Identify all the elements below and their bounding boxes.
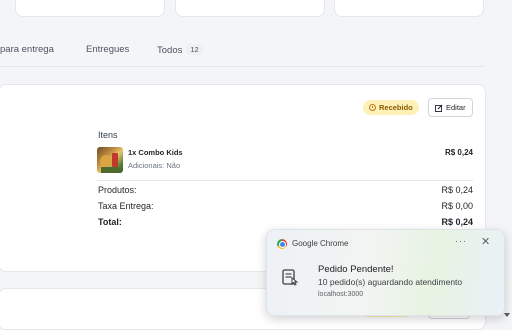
- status-label: Recebido: [379, 103, 413, 112]
- products-value: R$ 0,24: [441, 185, 473, 195]
- clock-icon: [369, 104, 376, 111]
- products-label: Produtos:: [98, 185, 137, 195]
- tab-count-badge: 12: [186, 44, 203, 55]
- summary-card: [175, 0, 325, 17]
- total-value: R$ 0,24: [441, 217, 473, 227]
- edit-icon: [435, 104, 443, 112]
- tab-todos[interactable]: Todos 12: [157, 44, 203, 56]
- notification-body: 10 pedido(s) aguardando atendimento: [318, 277, 463, 287]
- notification-app-name: Google Chrome: [292, 239, 349, 248]
- tab-label: para entrega: [0, 44, 54, 55]
- total-label: Total:: [98, 217, 122, 227]
- tab-label: Entregues: [86, 44, 130, 55]
- more-options-icon[interactable]: ···: [455, 236, 467, 246]
- browser-notification[interactable]: Google Chrome ··· ✕ Pedido Pendente! 10 …: [266, 229, 505, 316]
- product-thumbnail: [97, 147, 123, 173]
- status-badge: Recebido: [363, 100, 419, 115]
- order-tabs: para entrega Entregues Todos 12: [0, 36, 484, 67]
- close-icon[interactable]: ✕: [481, 235, 490, 248]
- summary-card: [15, 0, 165, 17]
- edit-button[interactable]: Editar: [428, 98, 473, 117]
- tab-entregues[interactable]: Entregues: [86, 44, 129, 55]
- edit-label: Editar: [446, 103, 466, 112]
- item-price: R$ 0,24: [444, 148, 473, 157]
- notification-origin: localhost:3000: [318, 291, 364, 298]
- item-name: 1x Combo Kids: [128, 148, 183, 157]
- items-title: Itens: [98, 130, 118, 140]
- notification-title: Pedido Pendente!: [318, 264, 394, 275]
- delivery-fee-label: Taxa Entrega:: [98, 201, 154, 211]
- summary-card: [334, 0, 484, 17]
- scroll-down-icon[interactable]: [504, 313, 510, 317]
- order-click-icon: [282, 269, 299, 286]
- tab-label: Todos: [157, 45, 183, 56]
- tab-para-entrega[interactable]: para entrega: [0, 44, 54, 55]
- delivery-fee-value: R$ 0,00: [441, 201, 473, 211]
- chrome-icon: [277, 239, 287, 249]
- divider: [97, 180, 473, 181]
- item-extras: Adicionais: Não: [128, 161, 181, 170]
